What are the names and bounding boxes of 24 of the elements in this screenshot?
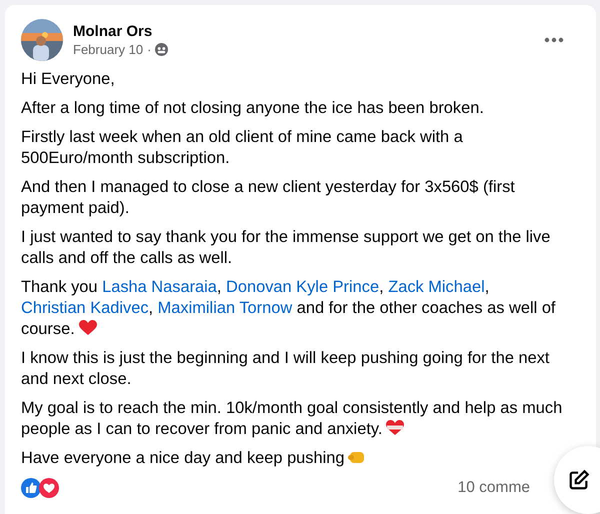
mention-link[interactable]: Lasha Nasaraia xyxy=(102,278,217,296)
mention-link[interactable]: Maximilian Tornow xyxy=(158,299,292,317)
post-paragraph: Firstly last week when an old client of mine came back with a 500Euro/month subscription. xyxy=(21,127,464,169)
bandaged-heart-icon xyxy=(386,420,404,436)
mention-link[interactable]: Donovan Kyle Prince xyxy=(226,278,380,296)
post-paragraph: My goal is to reach the min. 10k/month goal consistently and help as much people as I can to recover from panic and anxiety. xyxy=(21,398,564,440)
post-paragraph: And then I managed to close a new client yesterday for 3x560$ (first payment paid). xyxy=(21,177,516,219)
love-reaction-icon[interactable] xyxy=(39,478,59,498)
mention-link[interactable]: Zack Michael xyxy=(388,278,485,296)
avatar[interactable] xyxy=(21,19,63,61)
comments-count[interactable]: 10 comme xyxy=(458,479,530,497)
post-paragraph: I know this is just the beginning and I will keep pushing going for the next and next close. xyxy=(21,348,550,390)
more-icon xyxy=(544,37,564,43)
post-paragraph: Hi Everyone, xyxy=(21,69,116,90)
post-date[interactable]: February 10 xyxy=(73,42,144,57)
like-reaction-icon[interactable] xyxy=(21,478,41,498)
separator: · xyxy=(147,42,152,57)
mention-link[interactable]: Christian Kadivec xyxy=(21,299,149,317)
post-paragraph: I just wanted to say thank you for the immense support we get on the live calls and off the calls as well. xyxy=(21,227,552,269)
post-paragraph: After a long time of not closing anyone the ice has been broken. xyxy=(21,98,485,119)
edit-icon xyxy=(568,469,590,491)
post-paragraph: Thank you Lasha Nasaraia, Donovan Kyle Prince, Zack Michael, Christian Kadivec, Maximilian Tornow and for the other coaches as well of course. xyxy=(21,277,556,340)
author-name[interactable]: Molnar Ors xyxy=(73,23,528,40)
heart-icon xyxy=(78,320,97,336)
